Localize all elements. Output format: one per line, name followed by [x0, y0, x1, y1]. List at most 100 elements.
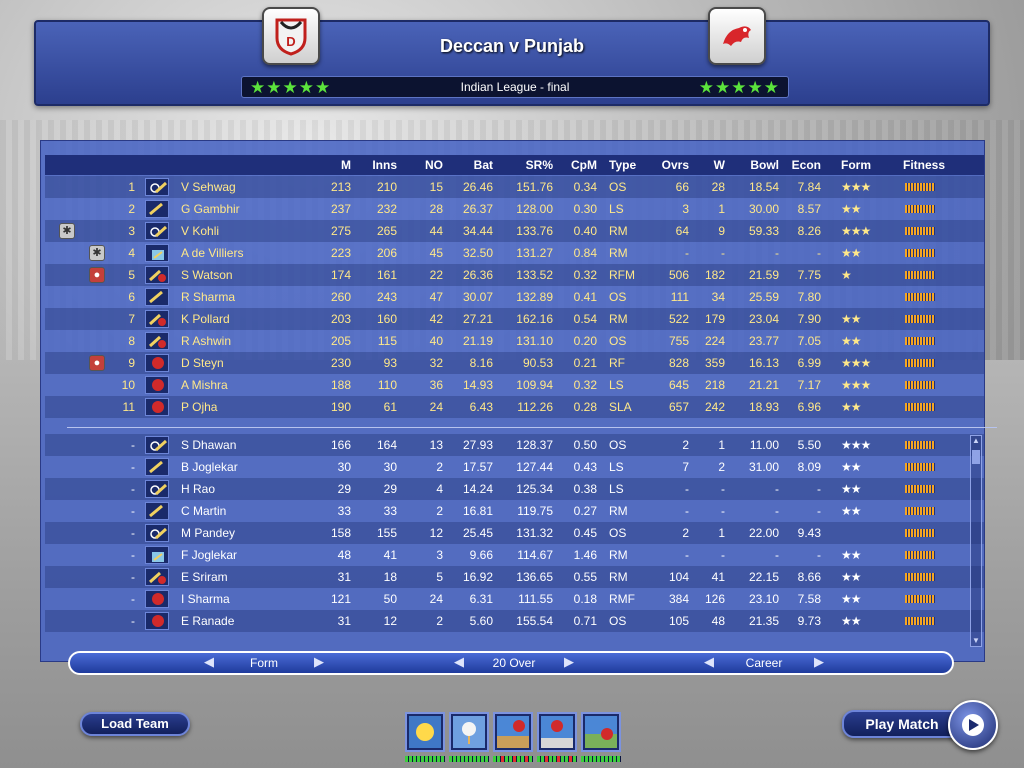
play-match-button[interactable]: Play Match [842, 710, 962, 738]
player-name[interactable]: R Sharma [181, 286, 311, 308]
squad-player-row[interactable]: - I Sharma 121 50 24 6.31 111.55 0.18 RMF 384 126 2… [45, 588, 984, 610]
ball-swing-icon[interactable] [537, 712, 577, 752]
batting-order: - [131, 460, 135, 474]
col-fitness[interactable]: Fitness [903, 155, 945, 177]
col-bowl[interactable]: Bowl [733, 155, 779, 177]
col-bat[interactable]: Bat [447, 155, 493, 177]
xi-player-row[interactable]: 1 V Sehwag 213 210 15 26.46 151.76 0.34 OS 66 28 18… [45, 176, 984, 198]
col-m[interactable]: M [307, 155, 351, 177]
squad-player-row[interactable]: - E Ranade 31 12 2 5.60 155.54 0.71 OS 105 48 21.35… [45, 610, 984, 632]
stat-inns: 232 [376, 202, 397, 216]
column-header-row: M Inns NO Bat SR% CpM Type Ovrs W Bowl E… [45, 155, 984, 175]
squad-player-row[interactable]: - H Rao 29 29 4 14.24 125.34 0.38 LS - - - - ★★ [45, 478, 984, 500]
col-type[interactable]: Type [609, 155, 649, 177]
squad-player-row[interactable]: - S Dhawan 166 164 13 27.93 128.37 0.50 OS 2 1 11.0… [45, 434, 984, 456]
col-inns[interactable]: Inns [355, 155, 397, 177]
player-name[interactable]: F Joglekar [181, 544, 311, 566]
sun-weather-icon[interactable] [405, 712, 445, 752]
stat-type: RM [609, 312, 628, 326]
stat-econ: - [817, 504, 821, 518]
player-name[interactable]: S Watson [181, 264, 311, 286]
player-name[interactable]: V Kohli [181, 220, 311, 242]
stat-no: 32 [429, 356, 443, 370]
ball-seam-icon[interactable] [581, 712, 621, 752]
squad-player-row[interactable]: - F Joglekar 48 41 3 9.66 114.67 1.46 RM - - - - ★★ [45, 544, 984, 566]
stat-bowl: - [775, 548, 779, 562]
player-name[interactable]: D Steyn [181, 352, 311, 374]
form-stars: ★★★ [841, 180, 871, 194]
squad-player-row[interactable]: - B Joglekar 30 30 2 17.57 127.44 0.43 LS 7 2 31.00… [45, 456, 984, 478]
xi-player-row[interactable]: 7 K Pollard 203 160 42 27.21 162.16 0.54 RM 522 17… [45, 308, 984, 330]
col-ovrs[interactable]: Ovrs [649, 155, 689, 177]
player-name[interactable]: V Sehwag [181, 176, 311, 198]
player-name[interactable]: C Martin [181, 500, 311, 522]
stat-sr: 125.34 [516, 482, 553, 496]
period-prev-icon[interactable]: ◀ [704, 654, 714, 670]
form-stars: ★★ [841, 482, 861, 496]
player-name[interactable]: I Sharma [181, 588, 311, 610]
scroll-thumb[interactable] [972, 450, 980, 464]
player-name[interactable]: R Ashwin [181, 330, 311, 352]
captain-icon[interactable]: ✱ [59, 223, 75, 239]
format-next-icon[interactable]: ▶ [564, 654, 574, 670]
player-name[interactable]: M Pandey [181, 522, 311, 544]
xi-player-row[interactable]: ● 5 S Watson 174 161 22 26.36 133.52 0.32 RFM 506 1… [45, 264, 984, 286]
player-name[interactable]: G Gambhir [181, 198, 311, 220]
stat-bowl: 22.00 [748, 526, 779, 540]
squad-player-row[interactable]: - M Pandey 158 155 12 25.45 131.32 0.45 OS 2 1 22.0… [45, 522, 984, 544]
pitch-meter [449, 756, 489, 762]
player-name[interactable]: E Sriram [181, 566, 311, 588]
player-name[interactable]: H Rao [181, 478, 311, 500]
col-form[interactable]: Form [841, 155, 871, 177]
xi-player-row[interactable]: ✱ 3 V Kohli 275 265 44 34.44 133.76 0.40 RM 64 9 59.… [45, 220, 984, 242]
player-name[interactable]: A de Villiers [181, 242, 311, 264]
load-team-button[interactable]: Load Team [80, 712, 190, 736]
stat-inns: 210 [376, 180, 397, 194]
xi-player-row[interactable]: 6 R Sharma 260 243 47 30.07 132.89 0.41 OS 111 34 2… [45, 286, 984, 308]
player-name[interactable]: K Pollard [181, 308, 311, 330]
squad-scrollbar[interactable]: ▲ ▼ [970, 435, 982, 647]
form-stars: ★★ [841, 592, 861, 606]
stat-view-next-icon[interactable]: ▶ [314, 654, 324, 670]
scroll-up-icon[interactable]: ▲ [971, 436, 981, 446]
xi-player-row[interactable]: ✱ 4 A de Villiers 223 206 45 32.50 131.27 0.84 RM… [45, 242, 984, 264]
stat-view-prev-icon[interactable]: ◀ [204, 654, 214, 670]
ball-pitch-bounce-icon[interactable] [493, 712, 533, 752]
player-name[interactable]: B Joglekar [181, 456, 311, 478]
xi-player-row[interactable]: 10 A Mishra 188 110 36 14.93 109.94 0.32 LS 645 21… [45, 374, 984, 396]
fitness-bar [905, 507, 935, 515]
scroll-down-icon[interactable]: ▼ [971, 636, 981, 646]
xi-player-row[interactable]: 8 R Ashwin 205 115 40 21.19 131.10 0.20 OS 755 224… [45, 330, 984, 352]
stat-econ: 7.58 [797, 592, 821, 606]
player-name[interactable]: P Ojha [181, 396, 311, 418]
col-cpm[interactable]: CpM [557, 155, 597, 177]
stat-cpm: 0.84 [573, 246, 597, 260]
stat-w: 179 [704, 312, 725, 326]
player-name[interactable]: S Dhawan [181, 434, 311, 456]
stat-bat: 25.45 [462, 526, 493, 540]
xi-player-row[interactable]: 2 G Gambhir 237 232 28 26.37 128.00 0.30 LS 3 1 30.… [45, 198, 984, 220]
stat-ovrs: 3 [682, 202, 689, 216]
form-stars: ★★ [841, 548, 861, 562]
player-name[interactable]: A Mishra [181, 374, 311, 396]
format-prev-icon[interactable]: ◀ [454, 654, 464, 670]
stat-m: 260 [330, 290, 351, 304]
xi-player-row[interactable]: 11 P Ojha 190 61 24 6.43 112.26 0.28 SLA 657 242 18… [45, 396, 984, 418]
col-w[interactable]: W [693, 155, 725, 177]
stat-inns: 265 [376, 224, 397, 238]
col-no[interactable]: NO [401, 155, 443, 177]
squad-player-row[interactable]: - E Sriram 31 18 5 16.92 136.65 0.55 RM 104 41 22.1… [45, 566, 984, 588]
golf-ball-pitch-icon[interactable] [449, 712, 489, 752]
col-sr[interactable]: SR% [497, 155, 553, 177]
allround-role-icon [145, 266, 169, 284]
play-icon[interactable] [948, 700, 998, 750]
batting-order: 8 [128, 334, 135, 348]
player-name[interactable]: E Ranade [181, 610, 311, 632]
bat-role-icon [145, 288, 169, 306]
xi-player-row[interactable]: ● 9 D Steyn 230 93 32 8.16 90.53 0.21 RF 828 359 16.… [45, 352, 984, 374]
player-stats-panel: M Inns NO Bat SR% CpM Type Ovrs W Bowl E… [40, 140, 997, 662]
col-econ[interactable]: Econ [783, 155, 821, 177]
stat-m: 213 [330, 180, 351, 194]
squad-player-row[interactable]: - C Martin 33 33 2 16.81 119.75 0.27 RM - - - - ★★ [45, 500, 984, 522]
period-next-icon[interactable]: ▶ [814, 654, 824, 670]
